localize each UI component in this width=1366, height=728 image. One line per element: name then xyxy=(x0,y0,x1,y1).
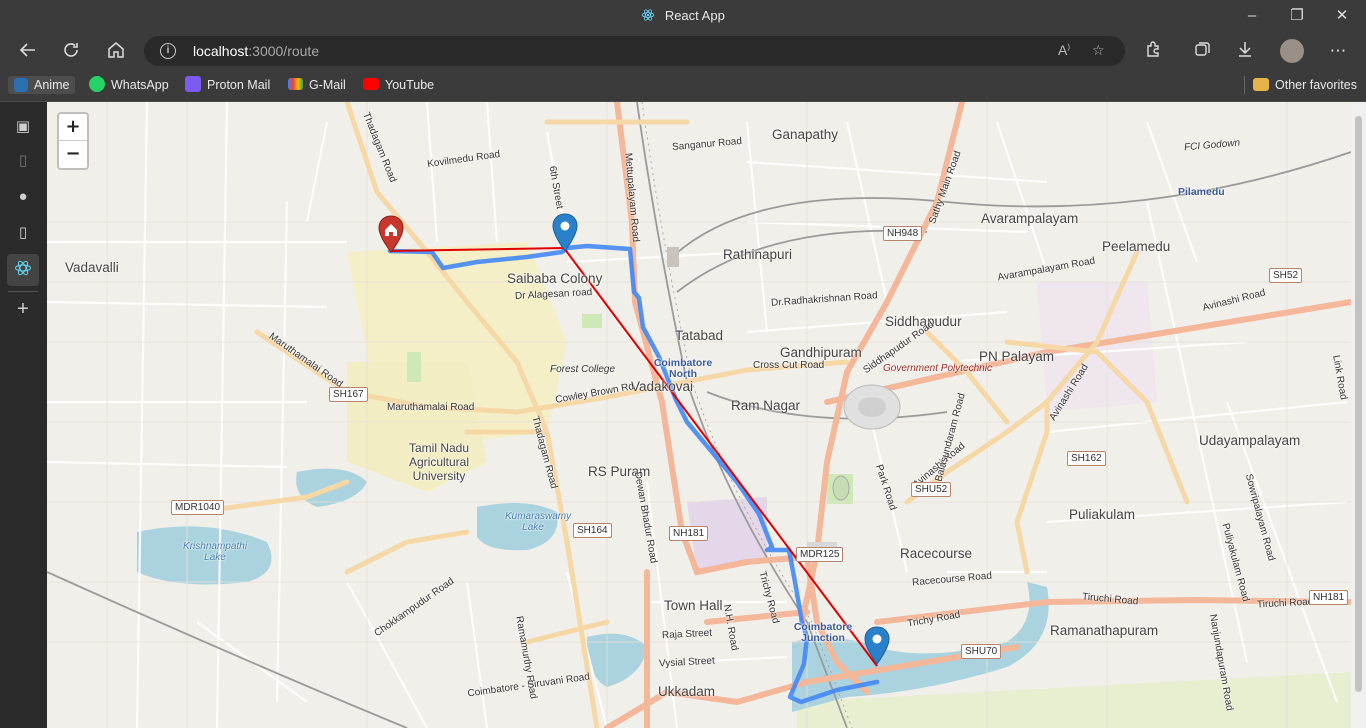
refresh-icon[interactable] xyxy=(59,40,83,62)
favorite-star-icon[interactable]: ☆ xyxy=(1092,42,1105,59)
profile-avatar[interactable] xyxy=(1280,39,1304,63)
map-label: Saibaba Colony xyxy=(507,271,603,286)
map-label: Puliakulam xyxy=(1069,507,1136,522)
vertical-tabs-sidebar: ▣ ▯ ● ▯ + xyxy=(0,102,47,728)
road-shield: SH52 xyxy=(1269,268,1303,283)
map-view[interactable]: Ganapathy Rathinapuri Saibaba Colony Vad… xyxy=(47,102,1351,728)
new-tab-icon[interactable]: + xyxy=(12,298,34,320)
map-label: Udayampalayam xyxy=(1199,433,1301,448)
map-label: Ganapathy xyxy=(772,127,839,142)
bookmark-whatsapp[interactable]: WhatsApp xyxy=(89,76,169,94)
destination-marker-icon[interactable] xyxy=(864,626,890,666)
map-label: Ram Nagar xyxy=(731,398,801,413)
youtube-icon xyxy=(363,78,379,90)
poi-label: Tamil Nadu Agricultural University xyxy=(408,441,470,483)
map-label: Racecourse xyxy=(900,546,973,561)
close-button[interactable]: ✕ xyxy=(1332,6,1352,26)
map-label: Ukkadam xyxy=(658,684,716,699)
road-shield: SHU52 xyxy=(911,482,952,497)
whatsapp-icon xyxy=(89,76,105,92)
map-label: Vadakovai xyxy=(631,379,694,394)
waypoint-marker-icon[interactable] xyxy=(552,213,578,253)
vertical-scrollbar[interactable] xyxy=(1351,102,1366,728)
bookmark-youtube[interactable]: YouTube xyxy=(363,76,434,94)
map-label: Avarampalayam xyxy=(981,211,1079,226)
bookmark-proton-mail[interactable]: Proton Mail xyxy=(185,76,270,94)
zoom-out-button[interactable]: − xyxy=(59,141,87,167)
poi-label: Pilamedu xyxy=(1178,186,1225,198)
address-bar[interactable]: i localhost:3000/route A) ☆ xyxy=(144,36,1125,66)
back-icon[interactable] xyxy=(16,40,40,62)
document-icon[interactable]: ▯ xyxy=(12,222,34,244)
zoom-in-button[interactable]: + xyxy=(59,114,87,141)
navigation-bar: i localhost:3000/route A) ☆ ⋯ xyxy=(0,33,1366,69)
poi-label: Krishnampathi Lake xyxy=(183,541,247,563)
road-shield: NH181 xyxy=(669,526,709,541)
road-label: Maruthamalai Road xyxy=(387,402,475,413)
road-shield: SH167 xyxy=(329,387,368,402)
road-shield: SHU70 xyxy=(961,644,1002,659)
minimize-button[interactable]: – xyxy=(1242,6,1262,26)
gmail-icon xyxy=(288,78,303,90)
maximize-button[interactable]: ❐ xyxy=(1287,6,1307,26)
zoom-control: + − xyxy=(57,112,89,170)
title-bar: React App – ❐ ✕ xyxy=(0,0,1366,33)
react-icon xyxy=(641,9,655,21)
road-shield: MDR1040 xyxy=(171,500,225,515)
extensions-icon[interactable] xyxy=(1141,40,1165,62)
url-text[interactable]: localhost:3000/route xyxy=(193,43,319,59)
poi-label: Coimbatore Junction xyxy=(793,621,853,644)
poi-label: Coimbatore North xyxy=(653,357,713,380)
road-shield: SH162 xyxy=(1067,451,1106,466)
window-title: React App xyxy=(664,8,725,23)
collections-icon[interactable] xyxy=(1190,40,1214,62)
road-shield: SH164 xyxy=(573,523,612,538)
map-label: Vadavalli xyxy=(65,260,119,275)
home-marker-icon[interactable] xyxy=(377,215,405,255)
other-favorites[interactable]: Other favorites xyxy=(1244,76,1357,94)
site-info-icon[interactable]: i xyxy=(160,43,176,59)
road-label: Cross Cut Road xyxy=(753,360,825,371)
map-label: PN Palayam xyxy=(979,349,1055,364)
road-shield: NH181 xyxy=(1309,590,1349,605)
road-shield: MDR125 xyxy=(796,547,844,562)
map-label: Rathinapuri xyxy=(723,247,793,262)
map-label: Town Hall xyxy=(664,598,723,613)
map-label: Tatabad xyxy=(675,328,724,343)
downloads-icon[interactable] xyxy=(1233,40,1257,62)
read-aloud-icon[interactable]: A) xyxy=(1058,42,1070,58)
poi-label: Kumaraswamy Lake xyxy=(505,511,572,533)
road-shield: NH948 xyxy=(883,226,923,241)
anime-icon xyxy=(14,78,28,92)
map-label: Gandhipuram xyxy=(780,345,862,360)
poi-label: Government Polytechnic xyxy=(883,363,992,374)
tab-icon-octopus[interactable]: ● xyxy=(12,186,34,208)
proton-mail-icon xyxy=(185,76,201,92)
bookmark-anime[interactable]: Anime xyxy=(8,76,76,94)
folder-icon xyxy=(1253,78,1269,91)
more-menu-icon[interactable]: ⋯ xyxy=(1326,40,1350,62)
poi-label: Forest College xyxy=(550,364,616,375)
tab-actions-icon[interactable]: ▣ xyxy=(12,116,34,138)
scrollbar-thumb[interactable] xyxy=(1355,116,1362,692)
favorites-bar: Anime WhatsApp Proton Mail G-Mail YouTub… xyxy=(0,69,1366,102)
home-icon[interactable] xyxy=(104,40,128,62)
map-label: Peelamedu xyxy=(1102,239,1171,254)
blank-page-icon[interactable]: ▯ xyxy=(12,150,34,172)
bookmark-gmail[interactable]: G-Mail xyxy=(288,76,346,94)
map-label: Ramanathapuram xyxy=(1050,623,1159,638)
react-tab-icon[interactable] xyxy=(12,259,34,281)
